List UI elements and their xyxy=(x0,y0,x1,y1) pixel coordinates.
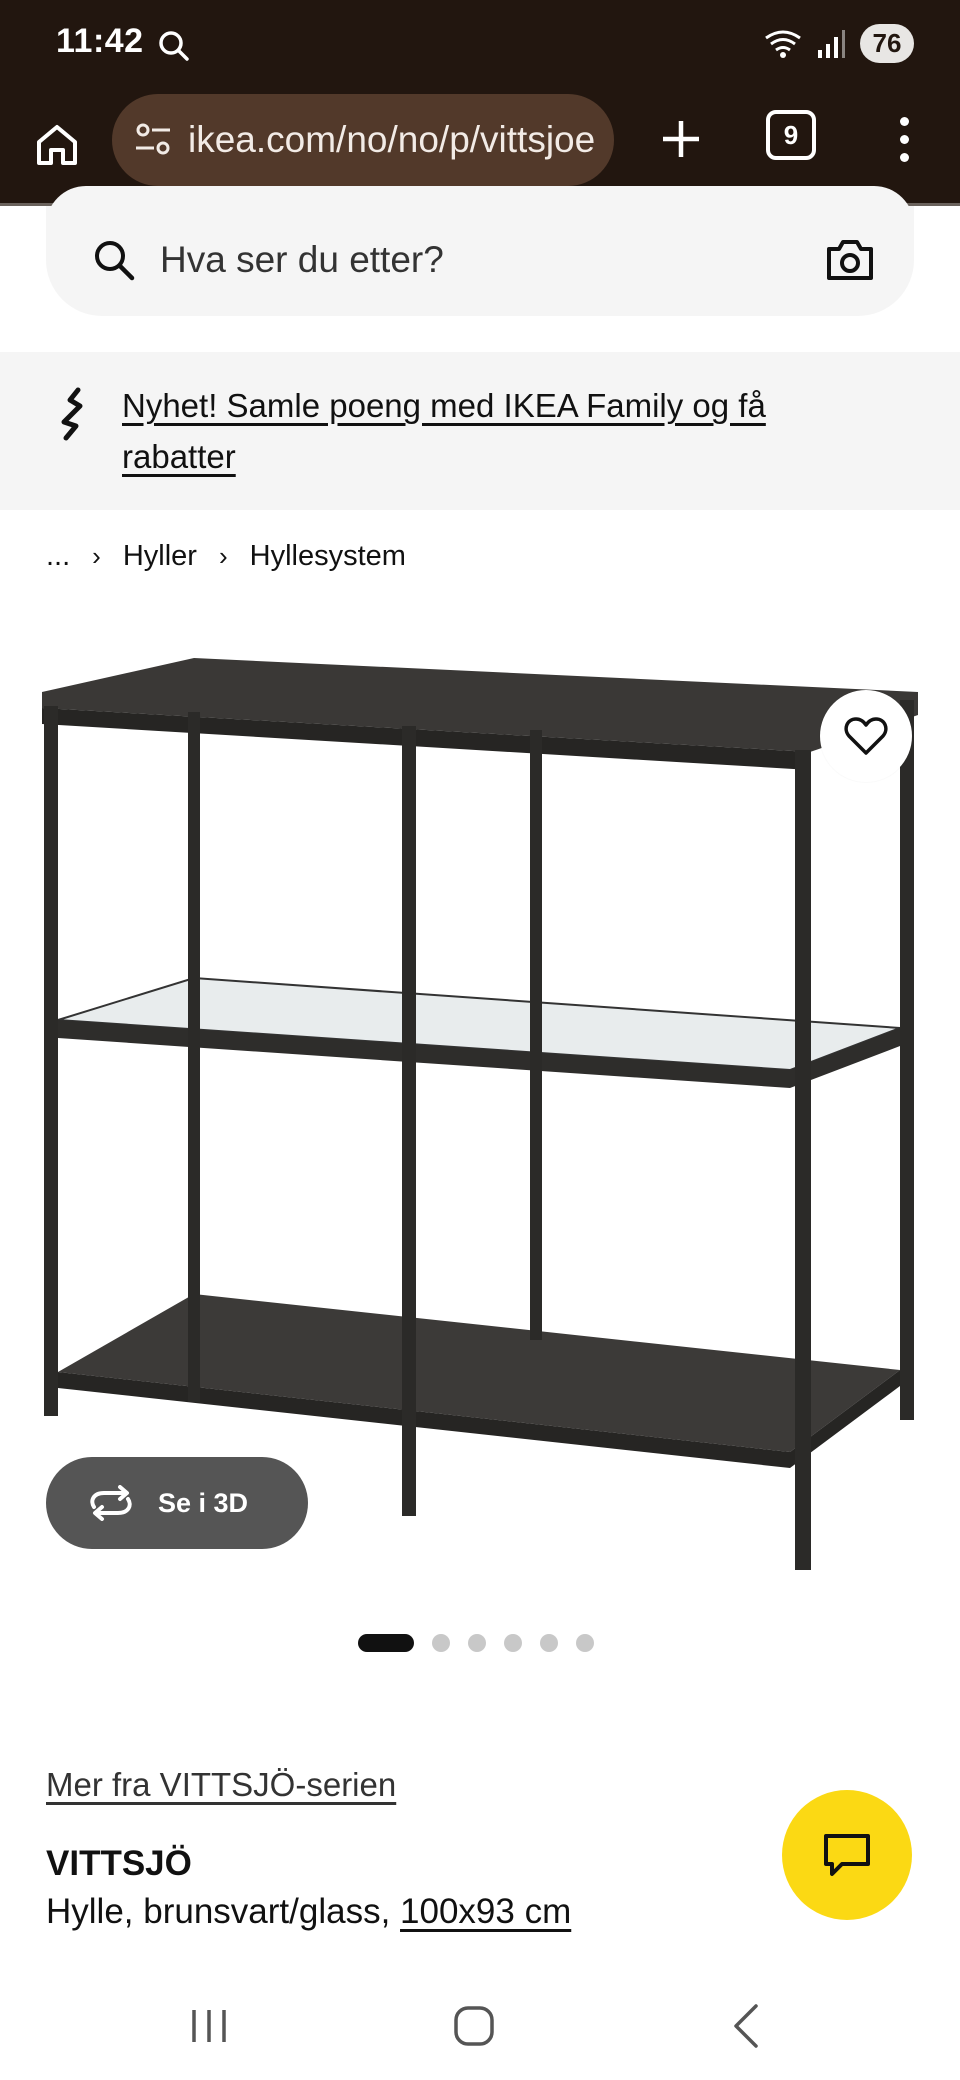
back-icon[interactable] xyxy=(726,2002,766,2050)
product-description: Hylle, brunsvart/glass, 100x93 cm xyxy=(46,1892,571,1932)
pagination-dot[interactable] xyxy=(540,1634,558,1652)
series-link[interactable]: Mer fra VITTSJÖ-serien xyxy=(46,1766,396,1804)
ikea-family-promo-link[interactable]: Nyhet! Samle poeng med IKEA Family og få… xyxy=(122,380,822,482)
plus-icon xyxy=(663,121,699,157)
favorite-button[interactable] xyxy=(820,690,912,782)
address-bar[interactable]: ikea.com/no/no/p/vittsjoe xyxy=(112,94,614,186)
pagination-dot[interactable] xyxy=(468,1634,486,1652)
status-time: 11:42 xyxy=(56,22,144,60)
product-size-link[interactable]: 100x93 cm xyxy=(400,1892,571,1931)
search-icon xyxy=(95,241,135,281)
product-description-text: Hylle, brunsvart/glass, xyxy=(46,1892,401,1931)
home-icon xyxy=(37,125,77,165)
view-3d-button[interactable]: Se i 3D xyxy=(46,1457,308,1549)
ikea-family-icon xyxy=(61,387,83,441)
system-navigation-bar xyxy=(0,1980,960,2080)
new-tab-button[interactable] xyxy=(648,106,714,172)
pagination-dot[interactable] xyxy=(504,1634,522,1652)
signal-icon xyxy=(818,29,845,58)
chat-icon xyxy=(824,1834,870,1876)
url-text: ikea.com/no/no/p/vittsjoe xyxy=(188,119,596,160)
breadcrumb-item-hyller[interactable]: Hyller xyxy=(123,540,197,573)
more-menu-button[interactable] xyxy=(880,106,928,172)
camera-icon[interactable] xyxy=(824,234,876,286)
home-nav-icon[interactable] xyxy=(452,2004,496,2048)
view-3d-label: Se i 3D xyxy=(158,1487,249,1518)
chevron-right-icon: › xyxy=(92,541,101,571)
product-name: VITTSJÖ xyxy=(46,1844,192,1883)
pagination-dot-active[interactable] xyxy=(358,1634,414,1652)
recents-icon[interactable] xyxy=(188,2006,230,2046)
breadcrumb-item-hyllesystem[interactable]: Hyllesystem xyxy=(250,540,406,573)
more-vert-icon xyxy=(899,116,909,126)
chevron-right-icon: › xyxy=(218,541,228,571)
status-icons: 76 xyxy=(764,24,914,63)
image-pagination xyxy=(358,1634,594,1652)
site-settings-icon[interactable] xyxy=(132,118,176,162)
pagination-dot[interactable] xyxy=(576,1634,594,1652)
wifi-icon xyxy=(765,30,801,58)
tabs-button[interactable]: 9 xyxy=(766,110,816,160)
search-icon xyxy=(159,31,189,61)
search-bar xyxy=(46,186,914,316)
chat-button[interactable] xyxy=(782,1790,912,1920)
pagination-dot[interactable] xyxy=(432,1634,450,1652)
rotate-3d-icon xyxy=(90,1485,132,1521)
promo-banner: Nyhet! Samle poeng med IKEA Family og få… xyxy=(0,352,960,510)
status-bar: 11:42 76 xyxy=(0,0,960,90)
product-gallery[interactable]: Se i 3D xyxy=(0,600,960,1652)
battery-indicator: 76 xyxy=(860,24,914,63)
breadcrumb: ... › Hyller › Hyllesystem xyxy=(46,540,406,573)
search-input[interactable] xyxy=(160,230,720,290)
home-button[interactable] xyxy=(26,114,88,176)
heart-icon xyxy=(844,717,888,755)
breadcrumb-ellipsis[interactable]: ... xyxy=(46,540,70,573)
